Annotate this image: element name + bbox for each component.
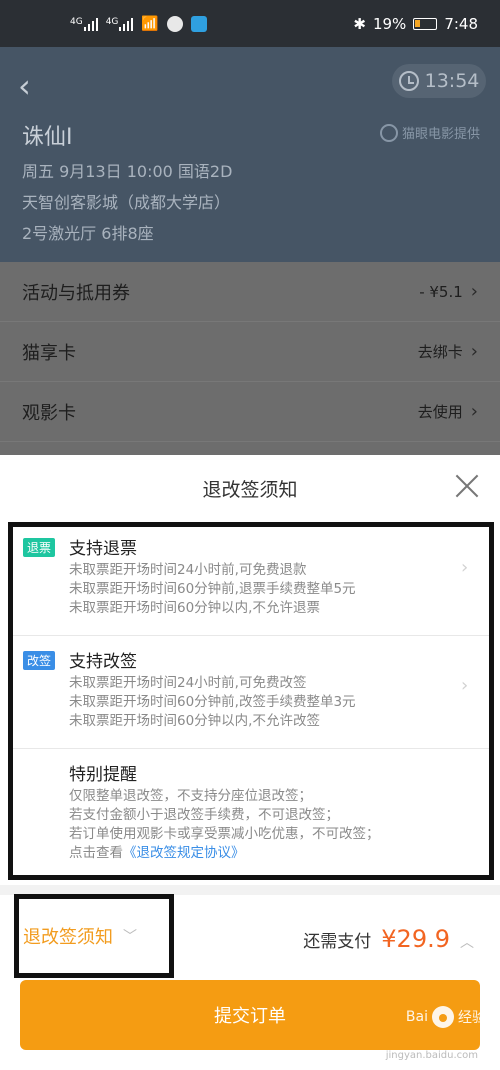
policy-box: 退票 支持退票 未取票距开场时间24小时前,可免费退款 未取票距开场时间60分钟… xyxy=(8,522,494,880)
clock-icon xyxy=(398,71,419,91)
coupon-value: - ¥5.1 xyxy=(419,282,463,301)
movie-title: 诛仙Ⅰ xyxy=(22,125,73,150)
special-line: 仅限整单退改签，不支持分座位退改签； xyxy=(69,788,312,804)
refund-line: 未取票距开场时间60分钟前,退票手续费整单5元 xyxy=(69,581,356,597)
status-left: 4G 4G 📶 xyxy=(70,15,207,32)
refund-line: 未取票距开场时间60分钟以内,不允许退票 xyxy=(69,600,320,616)
row-value: 去使用 › xyxy=(418,401,478,422)
signal-bars-icon xyxy=(83,17,98,31)
row-label: 活动与抵用券 xyxy=(22,282,130,304)
modal-title: 退改签须知 xyxy=(202,479,298,501)
chevron-right-icon: › xyxy=(461,675,469,696)
special-title: 特别提醒 xyxy=(69,765,137,785)
refund-section: 退票 支持退票 未取票距开场时间24小时前,可免费退款 未取票距开场时间60分钟… xyxy=(13,537,489,618)
use-card-value: 去使用 xyxy=(417,403,463,421)
chevron-right-icon: › xyxy=(461,557,469,578)
notice-toggle-label: 退改签须知 xyxy=(23,927,113,948)
order-header: ‹ 13:54 诛仙Ⅰ 猫眼电影提供 周五 9月13日 10:00 国语2D 天… xyxy=(0,47,500,262)
payment-summary[interactable]: 还需支付 ¥29.9 ︿ xyxy=(303,925,474,953)
refund-line: 未取票距开场时间24小时前,可免费退款 xyxy=(69,562,307,578)
refund-notice-toggle[interactable]: 退改签须知 ﹀ xyxy=(14,894,174,978)
row-value: 去绑卡 › xyxy=(418,341,478,362)
bluetooth-icon: ✱ xyxy=(353,14,366,33)
change-line: 未取票距开场时间24小时前,可免费改签 xyxy=(69,675,307,691)
protocol-prefix: 点击查看 xyxy=(69,845,123,861)
special-line: 若支付金额小于退改签手续费，不可退改签； xyxy=(69,807,339,823)
timer-value: 13:54 xyxy=(424,70,480,92)
close-icon[interactable] xyxy=(454,473,480,499)
chevron-right-icon: › xyxy=(470,281,478,302)
bind-card-value: 去绑卡 xyxy=(417,343,463,361)
app-notification-icon xyxy=(166,15,183,32)
seat-info: 2号激光厅 6排8座 xyxy=(22,224,154,243)
signal-bars-icon xyxy=(119,17,134,31)
divider xyxy=(13,748,489,749)
chevron-right-icon: › xyxy=(470,341,478,362)
status-right: ✱ 19% 7:48 xyxy=(353,15,478,33)
provider-label: 猫眼电影提供 xyxy=(379,123,480,142)
battery-percent: 19% xyxy=(372,14,407,33)
refund-title: 支持退票 xyxy=(69,539,137,559)
signal-label-2: 4G xyxy=(105,16,119,27)
special-section: 特别提醒 仅限整单退改签，不支持分座位退改签； 若支付金额小于退改签手续费，不可… xyxy=(13,763,489,863)
baidu-paw-icon xyxy=(432,1006,454,1028)
clock: 7:48 xyxy=(444,14,478,33)
dimmed-overlay-strip xyxy=(0,442,500,455)
row-label: 猫享卡 xyxy=(22,342,76,364)
protocol-line: 点击查看《退改签规定协议》 xyxy=(69,844,489,863)
pay-label: 还需支付 xyxy=(303,932,372,952)
divider xyxy=(13,635,489,636)
provider-text: 猫眼电影提供 xyxy=(401,127,480,142)
watermark-brand: Bai xyxy=(405,1009,428,1025)
battery-icon xyxy=(413,17,438,30)
signal-label-1: 4G xyxy=(70,16,83,27)
app-notification-icon xyxy=(190,15,207,32)
change-line: 未取票距开场时间60分钟以内,不允许改签 xyxy=(69,713,320,729)
refund-badge: 退票 xyxy=(23,538,56,557)
showtime: 周五 9月13日 10:00 国语2D xyxy=(22,162,233,181)
protocol-link[interactable]: 《退改签规定协议》 xyxy=(123,845,245,861)
baidu-watermark: Bai 经验 xyxy=(406,1006,486,1028)
change-badge: 改签 xyxy=(23,651,56,670)
row-maoxiang-card[interactable]: 猫享卡 去绑卡 › xyxy=(0,322,500,382)
watermark-url: jingyan.baidu.com xyxy=(385,1050,478,1061)
pay-amount: ¥29.9 xyxy=(381,925,450,953)
signal-1: 4G xyxy=(70,17,98,31)
chevron-up-icon: ︿ xyxy=(460,935,474,951)
chevron-down-icon: ﹀ xyxy=(123,929,137,945)
countdown-timer: 13:54 xyxy=(392,64,486,98)
special-line: 若订单使用观影卡或享受票减小吃优惠，不可改签； xyxy=(69,826,380,842)
row-movie-card[interactable]: 观影卡 去使用 › xyxy=(0,382,500,442)
back-arrow-icon[interactable]: ‹ xyxy=(18,67,31,105)
watermark-suffix: 经验 xyxy=(458,1010,486,1026)
maoyan-cat-icon xyxy=(379,123,398,142)
status-bar: 4G 4G 📶 ✱ 19% 7:48 xyxy=(0,0,500,47)
row-coupons[interactable]: 活动与抵用券 - ¥5.1 › xyxy=(0,262,500,322)
chevron-right-icon: › xyxy=(470,401,478,422)
row-value: - ¥5.1 › xyxy=(419,281,478,302)
signal-2: 4G xyxy=(106,17,134,31)
cinema-name: 天智创客影城（成都大学店） xyxy=(22,193,231,212)
change-title: 支持改签 xyxy=(69,652,137,672)
change-line: 未取票距开场时间60分钟前,改签手续费整单3元 xyxy=(69,694,356,710)
change-section: 改签 支持改签 未取票距开场时间24小时前,可免费改签 未取票距开场时间60分钟… xyxy=(13,650,489,731)
row-label: 观影卡 xyxy=(22,402,76,424)
wifi-icon: 📶 xyxy=(141,15,159,32)
